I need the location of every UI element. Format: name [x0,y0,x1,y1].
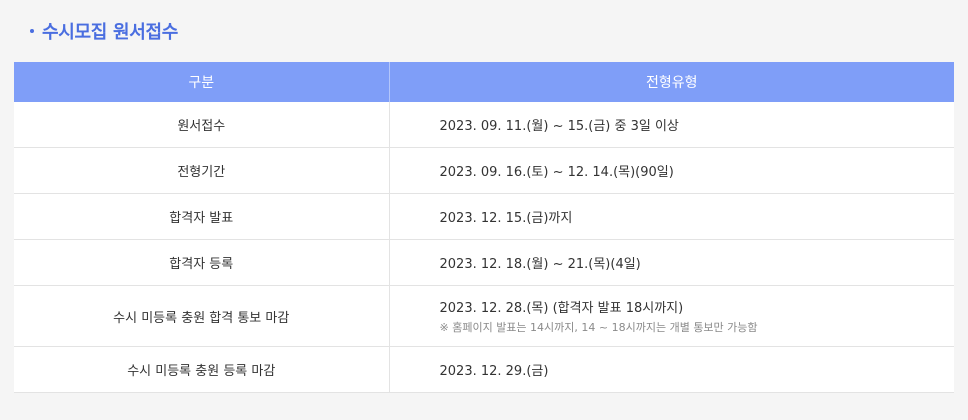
row-label: 합격자 발표 [14,193,390,240]
row-value: 2023. 09. 11.(월) ~ 15.(금) 중 3일 이상 [389,102,954,148]
row-label: 수시 미등록 충원 합격 통보 마감 [14,285,390,347]
schedule-table: 구분 전형유형 원서접수 2023. 09. 11.(월) ~ 15.(금) 중… [14,62,954,393]
section-title-text: 수시모집 원서접수 [42,22,179,43]
table-row: 전형기간 2023. 09. 16.(토) ~ 12. 14.(목)(90일) [14,147,954,194]
row-value: 2023. 12. 28.(목) (합격자 발표 18시까지) ※ 홈페이지 발… [389,285,954,347]
table-header-row: 구분 전형유형 [14,62,954,102]
row-value: 2023. 12. 15.(금)까지 [389,193,954,240]
row-label: 수시 미등록 충원 등록 마감 [14,346,390,393]
row-label: 합격자 등록 [14,239,390,286]
row-value: 2023. 12. 18.(월) ~ 21.(목)(4일) [389,239,954,286]
table-row: 합격자 등록 2023. 12. 18.(월) ~ 21.(목)(4일) [14,239,954,286]
header-category: 구분 [14,62,390,102]
row-label: 전형기간 [14,147,390,194]
row-note: ※ 홈페이지 발표는 14시까지, 14 ~ 18시까지는 개별 통보만 가능함 [439,321,758,334]
table-row: 수시 미등록 충원 등록 마감 2023. 12. 29.(금) [14,346,954,393]
table-row: 원서접수 2023. 09. 11.(월) ~ 15.(금) 중 3일 이상 [14,102,954,148]
row-value: 2023. 12. 29.(금) [389,346,954,393]
bullet-icon [30,29,34,33]
row-value-main: 2023. 12. 28.(목) (합격자 발표 18시까지) [439,301,684,316]
row-label: 원서접수 [14,102,390,148]
schedule-table-container: 구분 전형유형 원서접수 2023. 09. 11.(월) ~ 15.(금) 중… [14,62,954,393]
header-type: 전형유형 [389,62,954,102]
table-row: 합격자 발표 2023. 12. 15.(금)까지 [14,193,954,240]
row-value: 2023. 09. 16.(토) ~ 12. 14.(목)(90일) [389,147,954,194]
section-title: 수시모집 원서접수 [30,17,178,45]
table-row: 수시 미등록 충원 합격 통보 마감 2023. 12. 28.(목) (합격자… [14,285,954,347]
